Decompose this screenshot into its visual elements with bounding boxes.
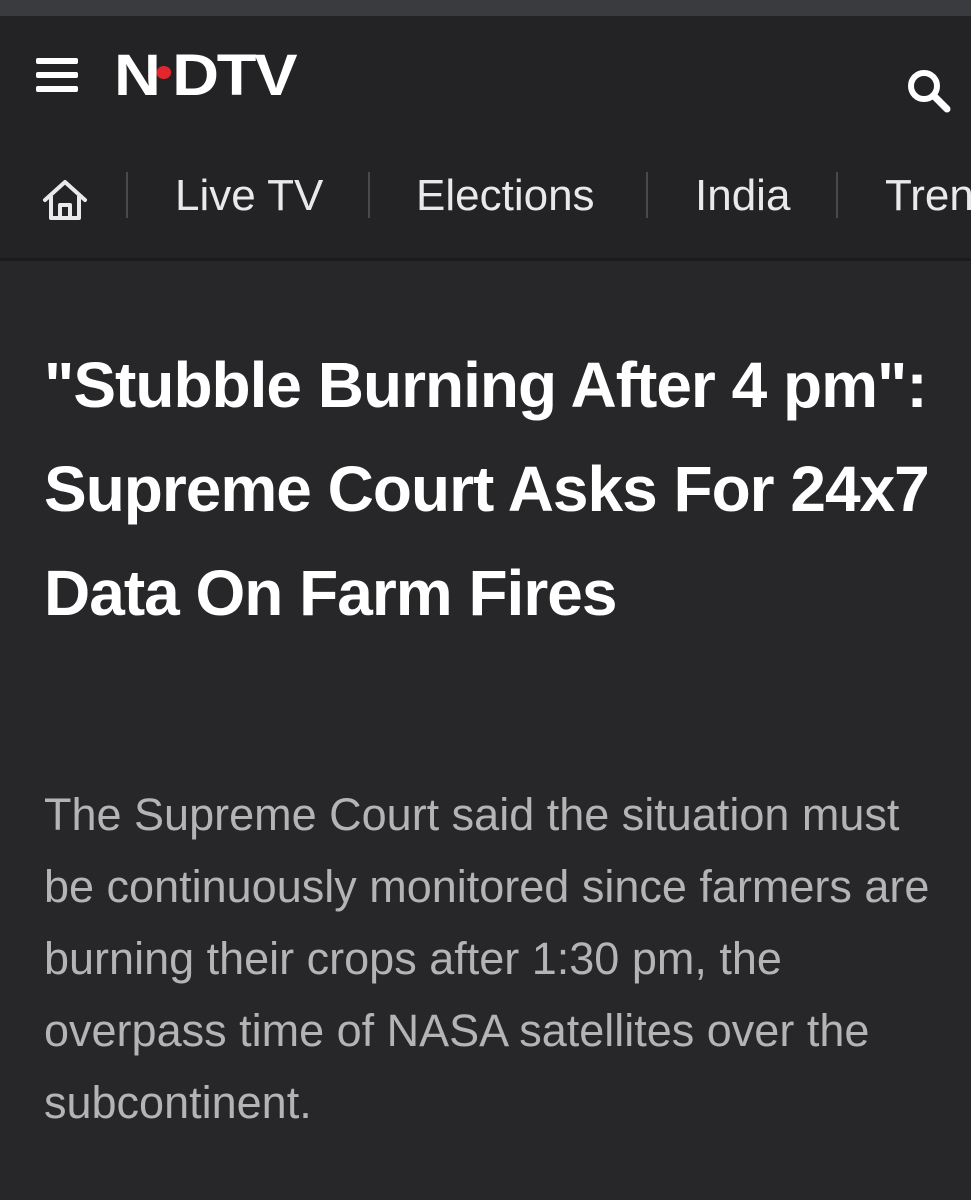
hamburger-menu-icon[interactable]	[36, 58, 78, 92]
nav-item-live-tv[interactable]: Live TV	[175, 170, 323, 222]
nav-divider	[368, 172, 370, 218]
nav-item-elections[interactable]: Elections	[416, 170, 595, 222]
article-headline[interactable]: "Stubble Burning After 4 pm": Supreme Co…	[44, 333, 944, 645]
nav-item-india[interactable]: India	[695, 170, 790, 222]
logo-text-dtv: DTV	[172, 43, 297, 108]
search-icon[interactable]	[906, 68, 952, 114]
nav-item-trending[interactable]: Tren	[885, 170, 971, 222]
logo-text-n: N	[114, 43, 161, 108]
top-header: N DTV	[0, 16, 971, 134]
article-content: "Stubble Burning After 4 pm": Supreme Co…	[0, 261, 971, 1200]
home-icon[interactable]	[40, 178, 90, 222]
category-nav: Live TV Elections India Tren	[0, 134, 971, 261]
article-summary: The Supreme Court said the situation mus…	[44, 789, 930, 1128]
ndtv-logo[interactable]: N DTV	[114, 43, 298, 108]
logo-red-dot	[156, 65, 171, 79]
nav-divider	[836, 172, 838, 218]
status-strip	[0, 0, 971, 16]
nav-divider	[126, 172, 128, 218]
nav-divider	[646, 172, 648, 218]
